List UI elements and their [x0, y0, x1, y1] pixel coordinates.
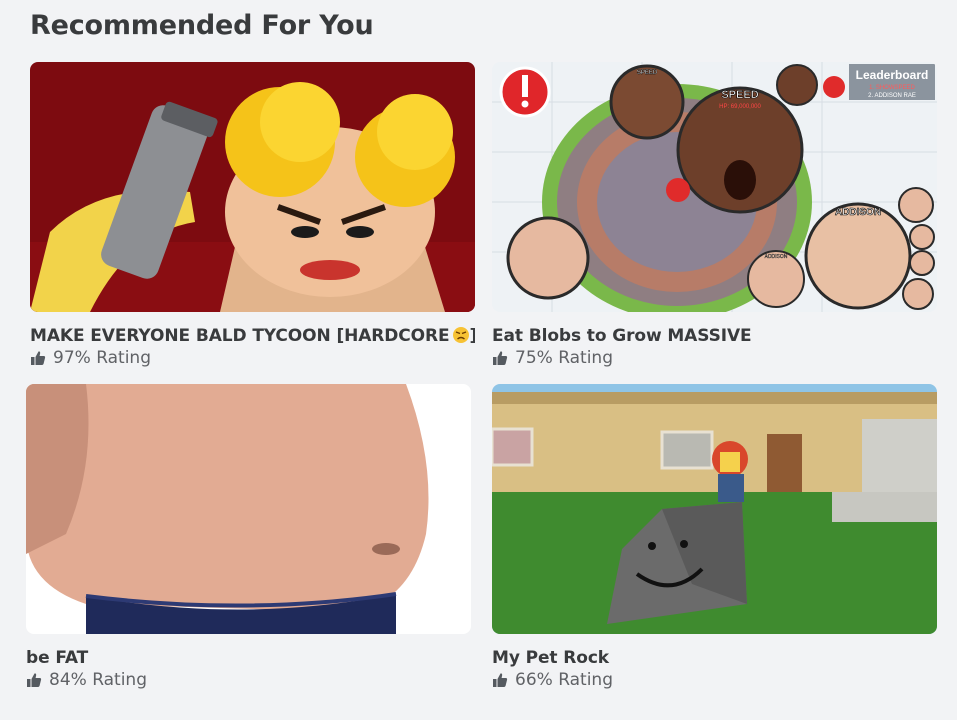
rating: 66% Rating	[492, 670, 937, 690]
hp-label: HP: 69,000,000	[719, 104, 761, 110]
rating: 84% Rating	[26, 670, 471, 690]
game-thumbnail-eat-blobs[interactable]: Leaderboard 1. SHOWSPEED 2. ADDISON RAE …	[492, 62, 937, 312]
rating-text: 84% Rating	[49, 670, 147, 690]
page-title: Recommended For You	[30, 10, 374, 41]
game-card-eat-blobs[interactable]: Leaderboard 1. SHOWSPEED 2. ADDISON RAE …	[492, 62, 937, 368]
addison-label: ADDISON	[835, 207, 881, 218]
bald-tycoon-thumbnail-image	[30, 62, 475, 312]
thumbs-up-icon	[492, 672, 508, 688]
angry-face-emoji-icon	[452, 326, 470, 344]
game-title[interactable]: be FAT	[26, 648, 471, 668]
game-title[interactable]: My Pet Rock	[492, 648, 937, 668]
game-card-pet-rock[interactable]: My Pet Rock 66% Rating	[492, 384, 937, 690]
speed-small-label: SPEED	[637, 70, 658, 76]
speed-label: SPEED	[721, 89, 758, 101]
thumbs-up-icon	[26, 672, 42, 688]
game-thumbnail-be-fat[interactable]	[26, 384, 471, 634]
leaderboard-title: Leaderboard	[856, 68, 929, 82]
game-card-be-fat[interactable]: be FAT 84% Rating	[26, 384, 471, 690]
game-title-text: MAKE EVERYONE BALD TYCOON [HARDCORE	[30, 326, 450, 346]
rating: 75% Rating	[492, 348, 937, 368]
rating-text: 66% Rating	[515, 670, 613, 690]
game-title[interactable]: Eat Blobs to Grow MASSIVE	[492, 326, 937, 346]
rating: 97% Rating	[30, 348, 475, 368]
addison-small-label: ADDISON	[765, 254, 788, 260]
leaderboard-entry-2: 2. ADDISON RAE	[868, 93, 916, 99]
thumbs-up-icon	[30, 350, 46, 366]
pet-rock-thumbnail-image	[492, 384, 937, 634]
game-thumbnail-bald-tycoon[interactable]	[30, 62, 475, 312]
game-title-suffix: ]	[470, 326, 475, 346]
belly-thumbnail-image	[26, 384, 471, 634]
game-card-bald-tycoon[interactable]: MAKE EVERYONE BALD TYCOON [HARDCORE] 97%…	[30, 62, 475, 368]
rating-text: 75% Rating	[515, 348, 613, 368]
game-thumbnail-pet-rock[interactable]	[492, 384, 937, 634]
leaderboard-entry-1: 1. SHOWSPEED	[869, 85, 915, 91]
rating-text: 97% Rating	[53, 348, 151, 368]
thumbs-up-icon	[492, 350, 508, 366]
game-title[interactable]: MAKE EVERYONE BALD TYCOON [HARDCORE]	[30, 326, 475, 346]
blobs-thumbnail-image: Leaderboard 1. SHOWSPEED 2. ADDISON RAE …	[492, 62, 937, 312]
